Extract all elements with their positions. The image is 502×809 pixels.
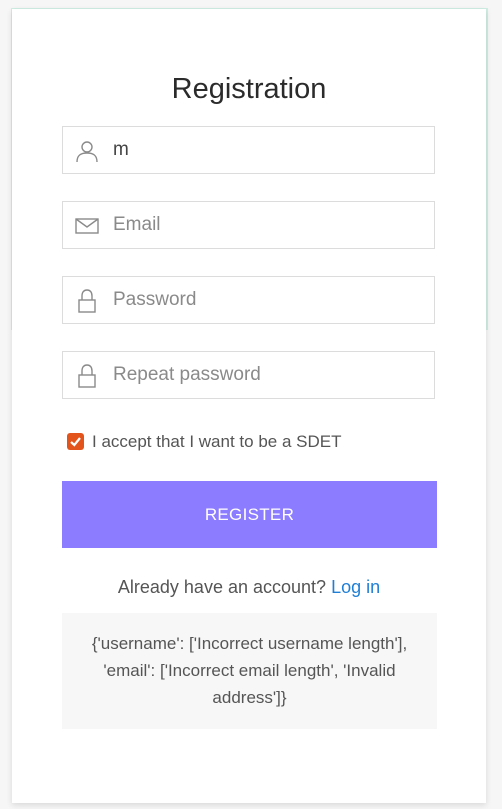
- accept-checkbox[interactable]: [67, 433, 84, 450]
- username-input[interactable]: [113, 127, 423, 173]
- login-prompt-text: Already have an account?: [117, 577, 327, 597]
- page-title: Registration: [171, 73, 327, 105]
- repeat-password-field[interactable]: [62, 351, 435, 399]
- checkmark-icon: [70, 437, 81, 447]
- register-button[interactable]: REGISTER: [62, 481, 437, 548]
- accept-checkbox-label[interactable]: I accept that I want to be a SDET: [92, 432, 341, 452]
- login-link[interactable]: Log in: [331, 577, 380, 597]
- envelope-icon: [75, 214, 99, 238]
- lock-icon: [75, 364, 99, 388]
- user-icon: [75, 139, 99, 163]
- registration-card: Registration m Email I accept that I wan…: [12, 9, 486, 803]
- email-input[interactable]: [113, 202, 423, 248]
- login-prompt: Already have an account? Log in: [12, 576, 486, 598]
- email-field[interactable]: [62, 201, 435, 249]
- username-field[interactable]: [62, 126, 435, 174]
- error-message-box: {'username': ['Incorrect username length…: [62, 613, 437, 729]
- password-input[interactable]: [113, 277, 423, 323]
- lock-icon: [75, 289, 99, 313]
- repeat-password-input[interactable]: [113, 352, 423, 398]
- password-field[interactable]: [62, 276, 435, 324]
